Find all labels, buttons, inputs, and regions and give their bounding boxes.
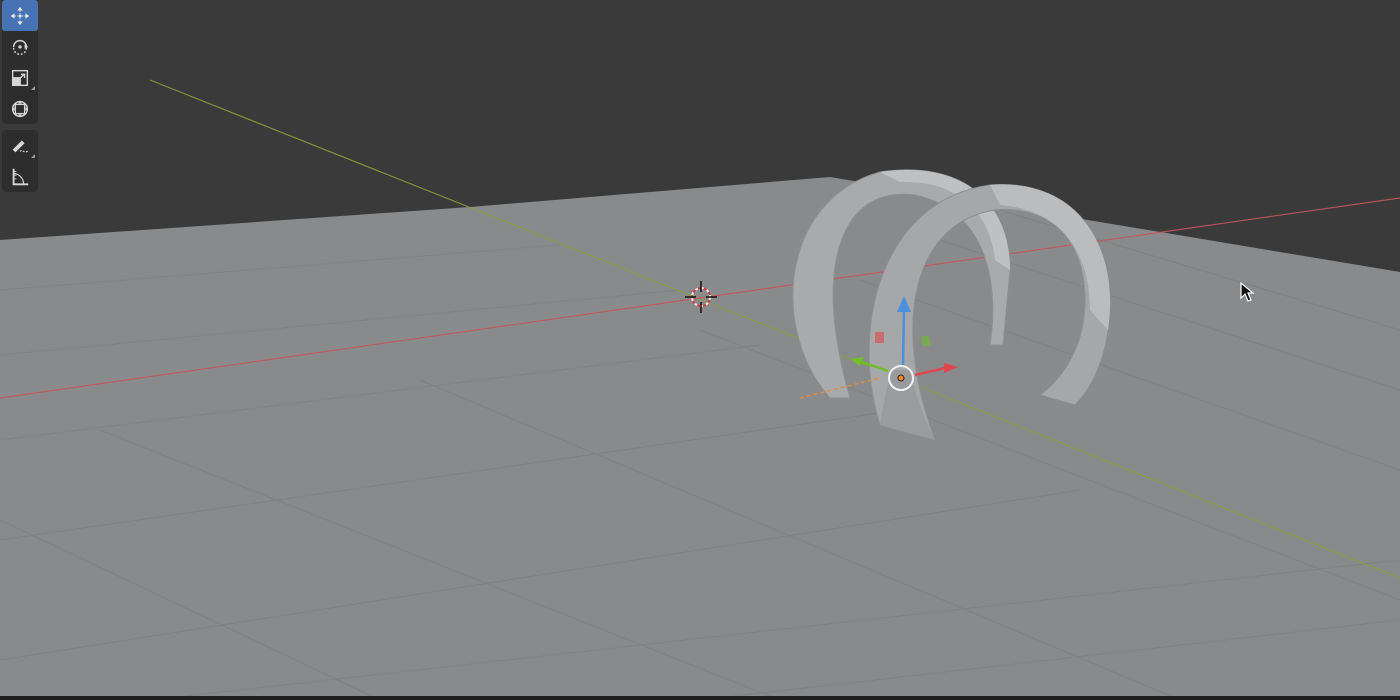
- annotate-tool-button[interactable]: [2, 130, 38, 161]
- submenu-indicator: [31, 86, 35, 90]
- annotate-tools-group: [2, 130, 38, 192]
- move-icon: [10, 6, 30, 25]
- measure-icon: [12, 168, 29, 185]
- rotate-icon: [12, 39, 29, 55]
- gizmo-plane-yz[interactable]: [921, 335, 931, 347]
- transform-tool-button[interactable]: [2, 93, 38, 124]
- 3d-viewport[interactable]: [0, 0, 1400, 700]
- transform-icon: [11, 100, 29, 117]
- gizmo-plane-xz[interactable]: [875, 332, 884, 343]
- measure-tool-button[interactable]: [2, 161, 38, 192]
- scale-tool-button[interactable]: [2, 62, 38, 93]
- scene-canvas[interactable]: [0, 0, 1400, 700]
- scale-icon: [11, 69, 29, 86]
- object-origin: [897, 374, 905, 382]
- transform-tools-group: [2, 0, 38, 124]
- gizmo-z-axis[interactable]: [901, 309, 906, 366]
- submenu-indicator: [31, 154, 35, 158]
- viewport-bottom-border: [0, 696, 1400, 700]
- tool-shelf: [2, 0, 38, 198]
- move-tool-button[interactable]: [2, 0, 38, 31]
- annotate-icon: [12, 140, 29, 152]
- rotate-tool-button[interactable]: [2, 31, 38, 62]
